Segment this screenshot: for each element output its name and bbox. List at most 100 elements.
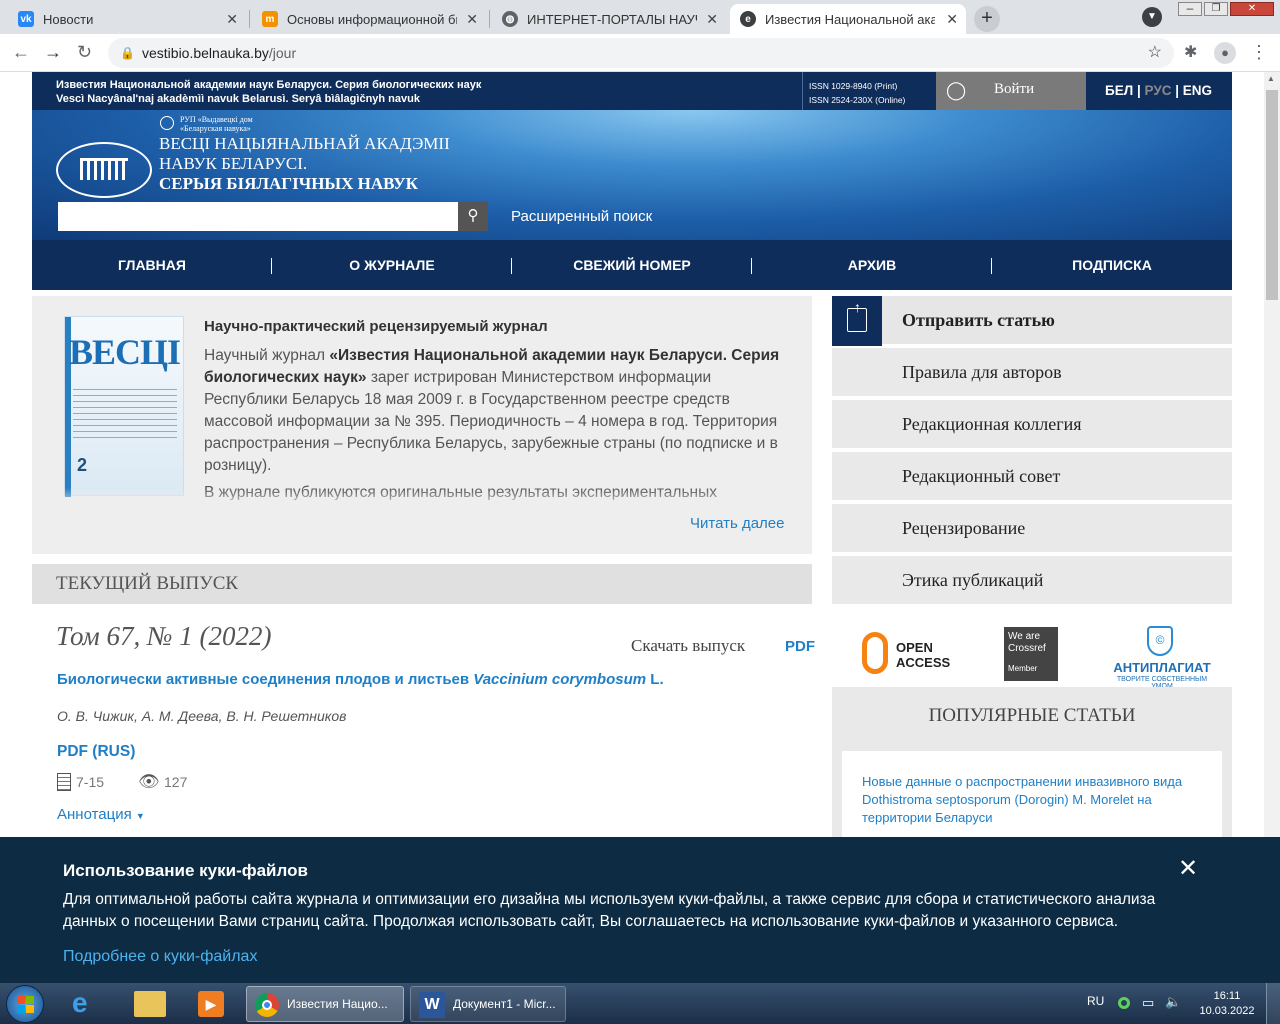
search-input[interactable] [58, 202, 458, 231]
minimize-icon[interactable]: ‒ [1178, 2, 1202, 16]
issue-volume-title[interactable]: Том 67, № 1 (2022) [56, 621, 271, 652]
tab-separator [249, 10, 250, 28]
tab-novosti[interactable]: vk Новости ✕ [8, 4, 246, 34]
volume-icon[interactable]: 🔈 [1165, 994, 1181, 1010]
close-window-icon[interactable]: ✕ [1230, 2, 1274, 16]
download-pdf-link[interactable]: PDF [785, 638, 815, 655]
main-navigation: ГЛАВНАЯ О ЖУРНАЛЕ СВЕЖИЙ НОМЕР АРХИВ ПОД… [32, 240, 1232, 290]
search-button[interactable]: ⚲ [458, 202, 488, 231]
vk-icon: vk [18, 11, 34, 27]
search-icon: ⚲ [467, 207, 479, 224]
nav-current-issue[interactable]: СВЕЖИЙ НОМЕР [512, 240, 752, 290]
browser-toolbar: ← → ↻ 🔒 vestibio.belnauka.by/jour ☆ ✱ ● … [0, 34, 1280, 72]
article-pdf-link[interactable]: PDF (RUS) [57, 743, 135, 761]
chrome-icon [255, 993, 279, 1017]
bookmark-star-icon[interactable]: ☆ [1148, 38, 1162, 68]
close-tab-icon[interactable]: ✕ [946, 11, 958, 28]
lang-bel[interactable]: БЕЛ [1105, 83, 1133, 98]
system-clock[interactable]: 16:11 10.03.2022 [1196, 989, 1258, 1019]
download-issue-label: Скачать выпуск [631, 636, 746, 655]
tab-osnovy[interactable]: m Основы информационной био ✕ [252, 4, 486, 34]
article-pages: 7-15 [76, 774, 105, 790]
show-desktop-button[interactable] [1266, 983, 1280, 1024]
tray-status-icon[interactable] [1118, 997, 1130, 1009]
tab-separator [489, 10, 490, 28]
profile-avatar-icon[interactable]: ● [1214, 42, 1236, 64]
tab-izvestia[interactable]: e Известия Национальной акаде ✕ [730, 4, 966, 34]
language-switcher: БЕЛ | РУС | ENG [1105, 83, 1213, 98]
crossref-badge[interactable]: We are Crossref Member [1004, 627, 1058, 681]
issn-block: ISSN 1029-8940 (Print) ISSN 2524-230X (O… [809, 81, 906, 105]
sidebar-author-rules[interactable]: Правила для авторов [832, 348, 1232, 396]
explorer-folder-icon[interactable] [134, 991, 166, 1017]
input-language[interactable]: RU [1087, 994, 1104, 1008]
views-eye-icon: 👁 [138, 772, 160, 791]
maximize-icon[interactable]: ❐ [1204, 2, 1228, 16]
cover-text-lines [73, 389, 177, 439]
open-access-badge[interactable]: OPEN ACCESS [860, 630, 964, 680]
sidebar-editorial-board[interactable]: Редакционная коллегия [832, 400, 1232, 448]
article-authors: О. В. Чижик, А. М. Деева, В. Н. Решетник… [57, 708, 347, 724]
forward-arrow-icon[interactable]: → [44, 42, 62, 63]
close-cookie-icon[interactable]: ✕ [1178, 857, 1198, 881]
sidebar-submit-article[interactable]: ↑ Отправить статью [832, 296, 1232, 346]
popular-article-link[interactable]: Новые данные о распространении инвазивно… [862, 773, 1202, 827]
window-controls: ‒ ❐ ✕ [1176, 0, 1280, 20]
read-more-link[interactable]: Читать далее [690, 515, 784, 532]
media-player-icon[interactable]: ▶ [198, 991, 224, 1017]
site-logo-text: ВЕСЦІ НАЦЫЯНАЛЬНАЙ АКАДЭМІІ НАВУК БЕЛАРУ… [159, 134, 450, 193]
globe-icon: ◍ [502, 11, 518, 27]
login-button[interactable]: ◯ Войти [936, 72, 1086, 110]
close-tab-icon[interactable]: ✕ [706, 11, 718, 28]
pages-icon [57, 773, 71, 791]
tab-search-icon[interactable]: ▼ [1142, 7, 1162, 27]
taskbar-chrome-item[interactable]: Известия Нацио... [246, 986, 404, 1022]
lang-eng[interactable]: ENG [1183, 83, 1212, 98]
journal-cover-image[interactable]: ВЕСЦІ 2 [64, 316, 184, 497]
menu-dots-icon[interactable]: ⋮ [1250, 42, 1268, 63]
e-icon: e [740, 11, 756, 27]
current-issue-header: ТЕКУЩИЙ ВЫПУСК [32, 564, 812, 604]
network-icon[interactable]: ▭ [1142, 995, 1154, 1011]
new-tab-button[interactable]: + [974, 6, 1000, 32]
upload-icon: ↑ [832, 296, 882, 346]
about-journal-box: ВЕСЦІ 2 Научно-практический рецензируемы… [32, 296, 812, 554]
close-tab-icon[interactable]: ✕ [226, 11, 238, 28]
web-page: Известия Национальной академии наук Бела… [32, 72, 1232, 837]
open-lock-icon [862, 632, 888, 674]
sidebar-editorial-council[interactable]: Редакционный совет [832, 452, 1232, 500]
close-tab-icon[interactable]: ✕ [466, 11, 478, 28]
popular-articles-header: ПОПУЛЯРНЫЕ СТАТЬИ [928, 705, 1136, 726]
nav-about[interactable]: О ЖУРНАЛЕ [272, 240, 512, 290]
antiplagiat-badge[interactable]: © АНТИПЛАГИАТ ТВОРИТЕ СОБСТВЕННЫМ УМОМ [1107, 626, 1217, 690]
ie-icon[interactable]: e [72, 988, 88, 1018]
annotation-toggle[interactable]: Аннотация ▼ [57, 806, 145, 823]
nav-home[interactable]: ГЛАВНАЯ [32, 240, 272, 290]
lang-rus[interactable]: РУС [1145, 83, 1172, 98]
address-bar[interactable]: 🔒 vestibio.belnauka.by/jour ☆ [108, 38, 1174, 68]
back-arrow-icon[interactable]: ← [12, 42, 30, 63]
site-topbar: Известия Национальной академии наук Бела… [32, 72, 1232, 110]
publisher-logo-icon [160, 116, 174, 130]
journal-title-text: Известия Национальной академии наук Бела… [56, 79, 482, 105]
nav-subscription[interactable]: ПОДПИСКА [992, 240, 1232, 290]
reload-icon[interactable]: ↻ [77, 42, 92, 63]
sidebar-publication-ethics[interactable]: Этика публикаций [832, 556, 1232, 604]
cookie-title: Использование куки-файлов [63, 861, 308, 880]
start-button[interactable] [6, 985, 44, 1023]
article-title-link[interactable]: Биологически активные соединения плодов … [57, 671, 664, 688]
divider [802, 72, 803, 110]
tab-internet-portaly[interactable]: ◍ ИНТЕРНЕТ-ПОРТАЛЫ НАУЧНЫ ✕ [492, 4, 726, 34]
site-header-banner: РУП «Выдавецкі дом «Беларуская навука» В… [32, 110, 1232, 240]
scroll-up-icon[interactable]: ▲ [1267, 74, 1275, 83]
advanced-search-link[interactable]: Расширенный поиск [511, 208, 652, 225]
extensions-puzzle-icon[interactable]: ✱ [1184, 42, 1197, 62]
scrollbar-thumb[interactable] [1266, 90, 1278, 300]
cookie-more-link[interactable]: Подробнее о куки-файлах [63, 948, 257, 966]
cookie-text: Для оптимальной работы сайта журнала и о… [63, 891, 1156, 930]
nav-archive[interactable]: АРХИВ [752, 240, 992, 290]
windows-taskbar: e ▶ Известия Нацио... W Документ1 - Micr… [0, 983, 1280, 1024]
sidebar-reviewing[interactable]: Рецензирование [832, 504, 1232, 552]
taskbar-word-item[interactable]: W Документ1 - Micr... [410, 986, 566, 1022]
popular-article-card: Новые данные о распространении инвазивно… [842, 751, 1222, 837]
